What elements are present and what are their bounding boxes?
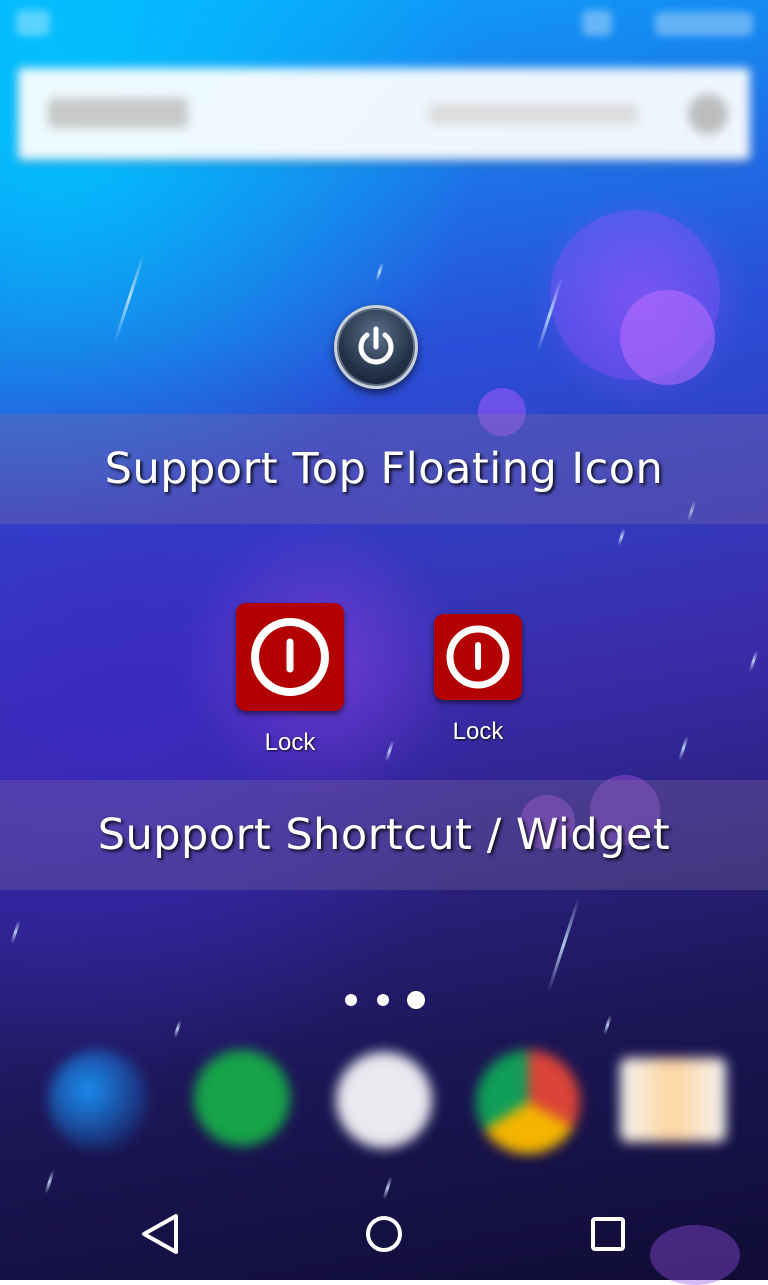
chrome-icon[interactable]: [476, 1050, 580, 1154]
power-icon: [358, 326, 394, 365]
page-dot[interactable]: [345, 994, 357, 1006]
rain-streak: [10, 920, 21, 944]
home-button[interactable]: [354, 1206, 414, 1262]
navigation-bar: [0, 1184, 768, 1280]
notification-icon: [16, 10, 50, 36]
rain-streak: [173, 1019, 182, 1039]
bokeh-light: [620, 290, 715, 385]
widget-label: Lock: [452, 718, 504, 745]
lock-shortcut-tile[interactable]: [236, 603, 344, 711]
feature-banner-shortcut-widget: Support Shortcut / Widget: [0, 780, 768, 890]
page-dot[interactable]: [377, 994, 389, 1006]
page-dot-active[interactable]: [407, 991, 425, 1009]
recents-button[interactable]: [578, 1206, 638, 1262]
app-dock: [0, 1040, 768, 1170]
rain-streak: [113, 251, 146, 344]
mic-icon[interactable]: [688, 94, 728, 134]
search-hint: [428, 104, 638, 124]
floating-power-button[interactable]: [334, 305, 418, 389]
lock-widget-tile[interactable]: [434, 614, 522, 700]
photos-icon[interactable]: [620, 1058, 726, 1142]
lock-shortcut[interactable]: Lock: [236, 603, 344, 757]
rain-streak: [748, 650, 759, 672]
app-drawer-icon[interactable]: [336, 1052, 432, 1148]
power-icon: [446, 625, 510, 689]
banner-title: Support Top Floating Icon: [104, 444, 664, 494]
power-icon: [251, 618, 329, 696]
rain-streak: [374, 262, 385, 282]
rain-streak: [617, 527, 626, 547]
banner-title: Support Shortcut / Widget: [97, 810, 671, 860]
feature-banner-floating-icon: Support Top Floating Icon: [0, 414, 768, 524]
messaging-icon[interactable]: [194, 1050, 290, 1146]
status-bar: [0, 0, 768, 48]
rain-streak: [546, 896, 581, 994]
lock-widget[interactable]: Lock: [434, 614, 522, 746]
rain-streak: [384, 740, 395, 762]
back-button[interactable]: [130, 1206, 190, 1262]
search-logo: [48, 98, 188, 128]
rain-streak: [678, 735, 689, 761]
search-bar[interactable]: [18, 68, 750, 160]
signal-icon: [582, 10, 612, 36]
back-triangle-icon: [142, 1214, 178, 1254]
recents-square-icon: [591, 1217, 625, 1251]
battery-clock-indicator: [655, 12, 753, 36]
phone-icon[interactable]: [48, 1050, 148, 1150]
shortcut-label: Lock: [264, 729, 316, 756]
rain-streak: [602, 1015, 613, 1035]
home-circle-icon: [366, 1216, 402, 1252]
page-indicator: [340, 988, 430, 1012]
